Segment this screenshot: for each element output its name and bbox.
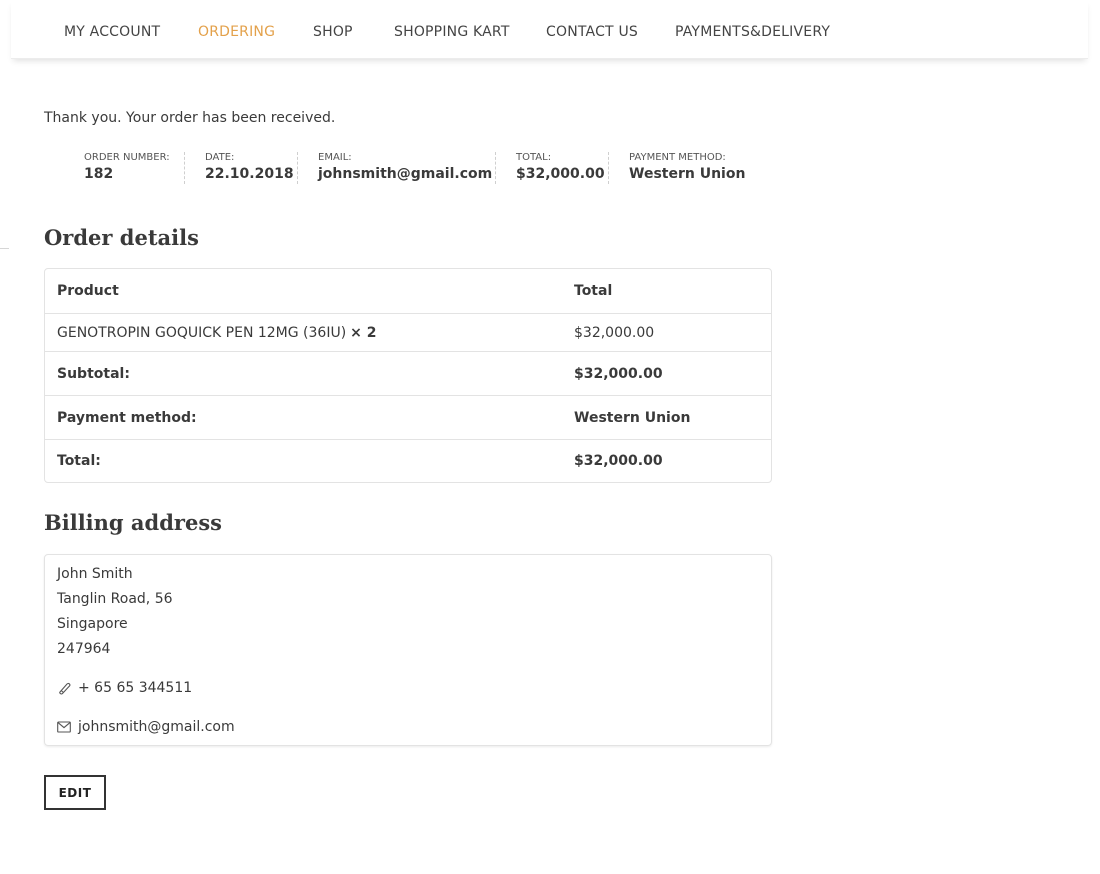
overview-divider [608, 152, 609, 184]
table-row-subtotal: Subtotal: $32,000.00 [45, 351, 771, 395]
overview-label: DATE: [205, 152, 235, 163]
page: MY ACCOUNT ORDERING SHOP SHOPPING KART C… [0, 0, 1100, 874]
overview-value: $32,000.00 [516, 166, 605, 182]
billing-address-title: Billing address [44, 510, 222, 535]
overview-label: TOTAL: [516, 152, 552, 163]
payment-method-label: Payment method: [57, 409, 197, 426]
payment-method-value: Western Union [574, 409, 691, 426]
billing-address-box: John Smith Tanglin Road, 56 Singapore 24… [44, 554, 772, 746]
billing-postcode: 247964 [57, 641, 111, 657]
order-received-notice: Thank you. Your order has been received. [44, 110, 336, 126]
top-navigation: MY ACCOUNT ORDERING SHOP SHOPPING KART C… [11, 0, 1088, 59]
nav-item-ordering[interactable]: ORDERING [198, 22, 275, 42]
overview-value: johnsmith@gmail.com [318, 166, 493, 182]
overview-divider [495, 152, 496, 184]
side-divider [0, 248, 9, 249]
table-row-total: Total: $32,000.00 [45, 439, 771, 482]
product-quantity: × 2 [350, 324, 377, 341]
overview-email: EMAIL: johnsmith@gmail.com [318, 152, 492, 184]
table-header-row: Product Total [45, 269, 771, 313]
phone-icon [59, 682, 71, 695]
billing-city: Singapore [57, 616, 128, 632]
nav-item-shop[interactable]: SHOP [313, 22, 353, 42]
overview-divider [184, 152, 185, 184]
billing-phone-value: + 65 65 344511 [78, 680, 193, 696]
billing-email-value: johnsmith@gmail.com [78, 719, 235, 735]
product-link[interactable]: GENOTROPIN GOQUICK PEN 12MG (36IU) [57, 325, 346, 341]
nav-item-payments-delivery[interactable]: PAYMENTS&DELIVERY [675, 22, 830, 42]
overview-payment-method: PAYMENT METHOD: Western Union [629, 152, 745, 184]
overview-date: DATE: 22.10.2018 [205, 152, 294, 184]
overview-label: EMAIL: [318, 152, 352, 163]
table-row-payment-method: Payment method: Western Union [45, 395, 771, 439]
product-total: $32,000.00 [574, 324, 655, 341]
billing-email: johnsmith@gmail.com [57, 717, 235, 737]
order-details-title: Order details [44, 225, 199, 250]
envelope-icon [57, 721, 71, 733]
overview-label: PAYMENT METHOD: [629, 152, 726, 163]
total-label: Total: [57, 453, 101, 469]
order-details-table: Product Total GENOTROPIN GOQUICK PEN 12M… [44, 268, 772, 483]
billing-street: Tanglin Road, 56 [57, 591, 173, 607]
column-header-product: Product [57, 283, 119, 299]
edit-button[interactable]: EDIT [44, 775, 106, 810]
nav-item-my-account[interactable]: MY ACCOUNT [64, 22, 160, 42]
subtotal-label: Subtotal: [57, 365, 130, 382]
table-row: GENOTROPIN GOQUICK PEN 12MG (36IU) × 2 $3… [45, 313, 771, 351]
overview-total: TOTAL: $32,000.00 [516, 152, 605, 184]
overview-value: Western Union [629, 166, 746, 182]
billing-name: John Smith [57, 566, 133, 582]
total-value: $32,000.00 [574, 453, 663, 469]
overview-label: ORDER NUMBER: [84, 152, 170, 163]
column-header-total: Total [574, 283, 613, 299]
overview-value: 22.10.2018 [205, 166, 294, 182]
billing-phone: + 65 65 344511 [57, 678, 192, 698]
overview-divider [297, 152, 298, 184]
overview-order-number: ORDER NUMBER: 182 [84, 152, 170, 184]
product-cell: GENOTROPIN GOQUICK PEN 12MG (36IU) × 2 [57, 314, 377, 351]
nav-item-contact-us[interactable]: CONTACT US [546, 22, 638, 42]
nav-item-shopping-kart[interactable]: SHOPPING KART [394, 22, 510, 42]
overview-value: 182 [84, 166, 114, 182]
subtotal-value: $32,000.00 [574, 365, 663, 382]
